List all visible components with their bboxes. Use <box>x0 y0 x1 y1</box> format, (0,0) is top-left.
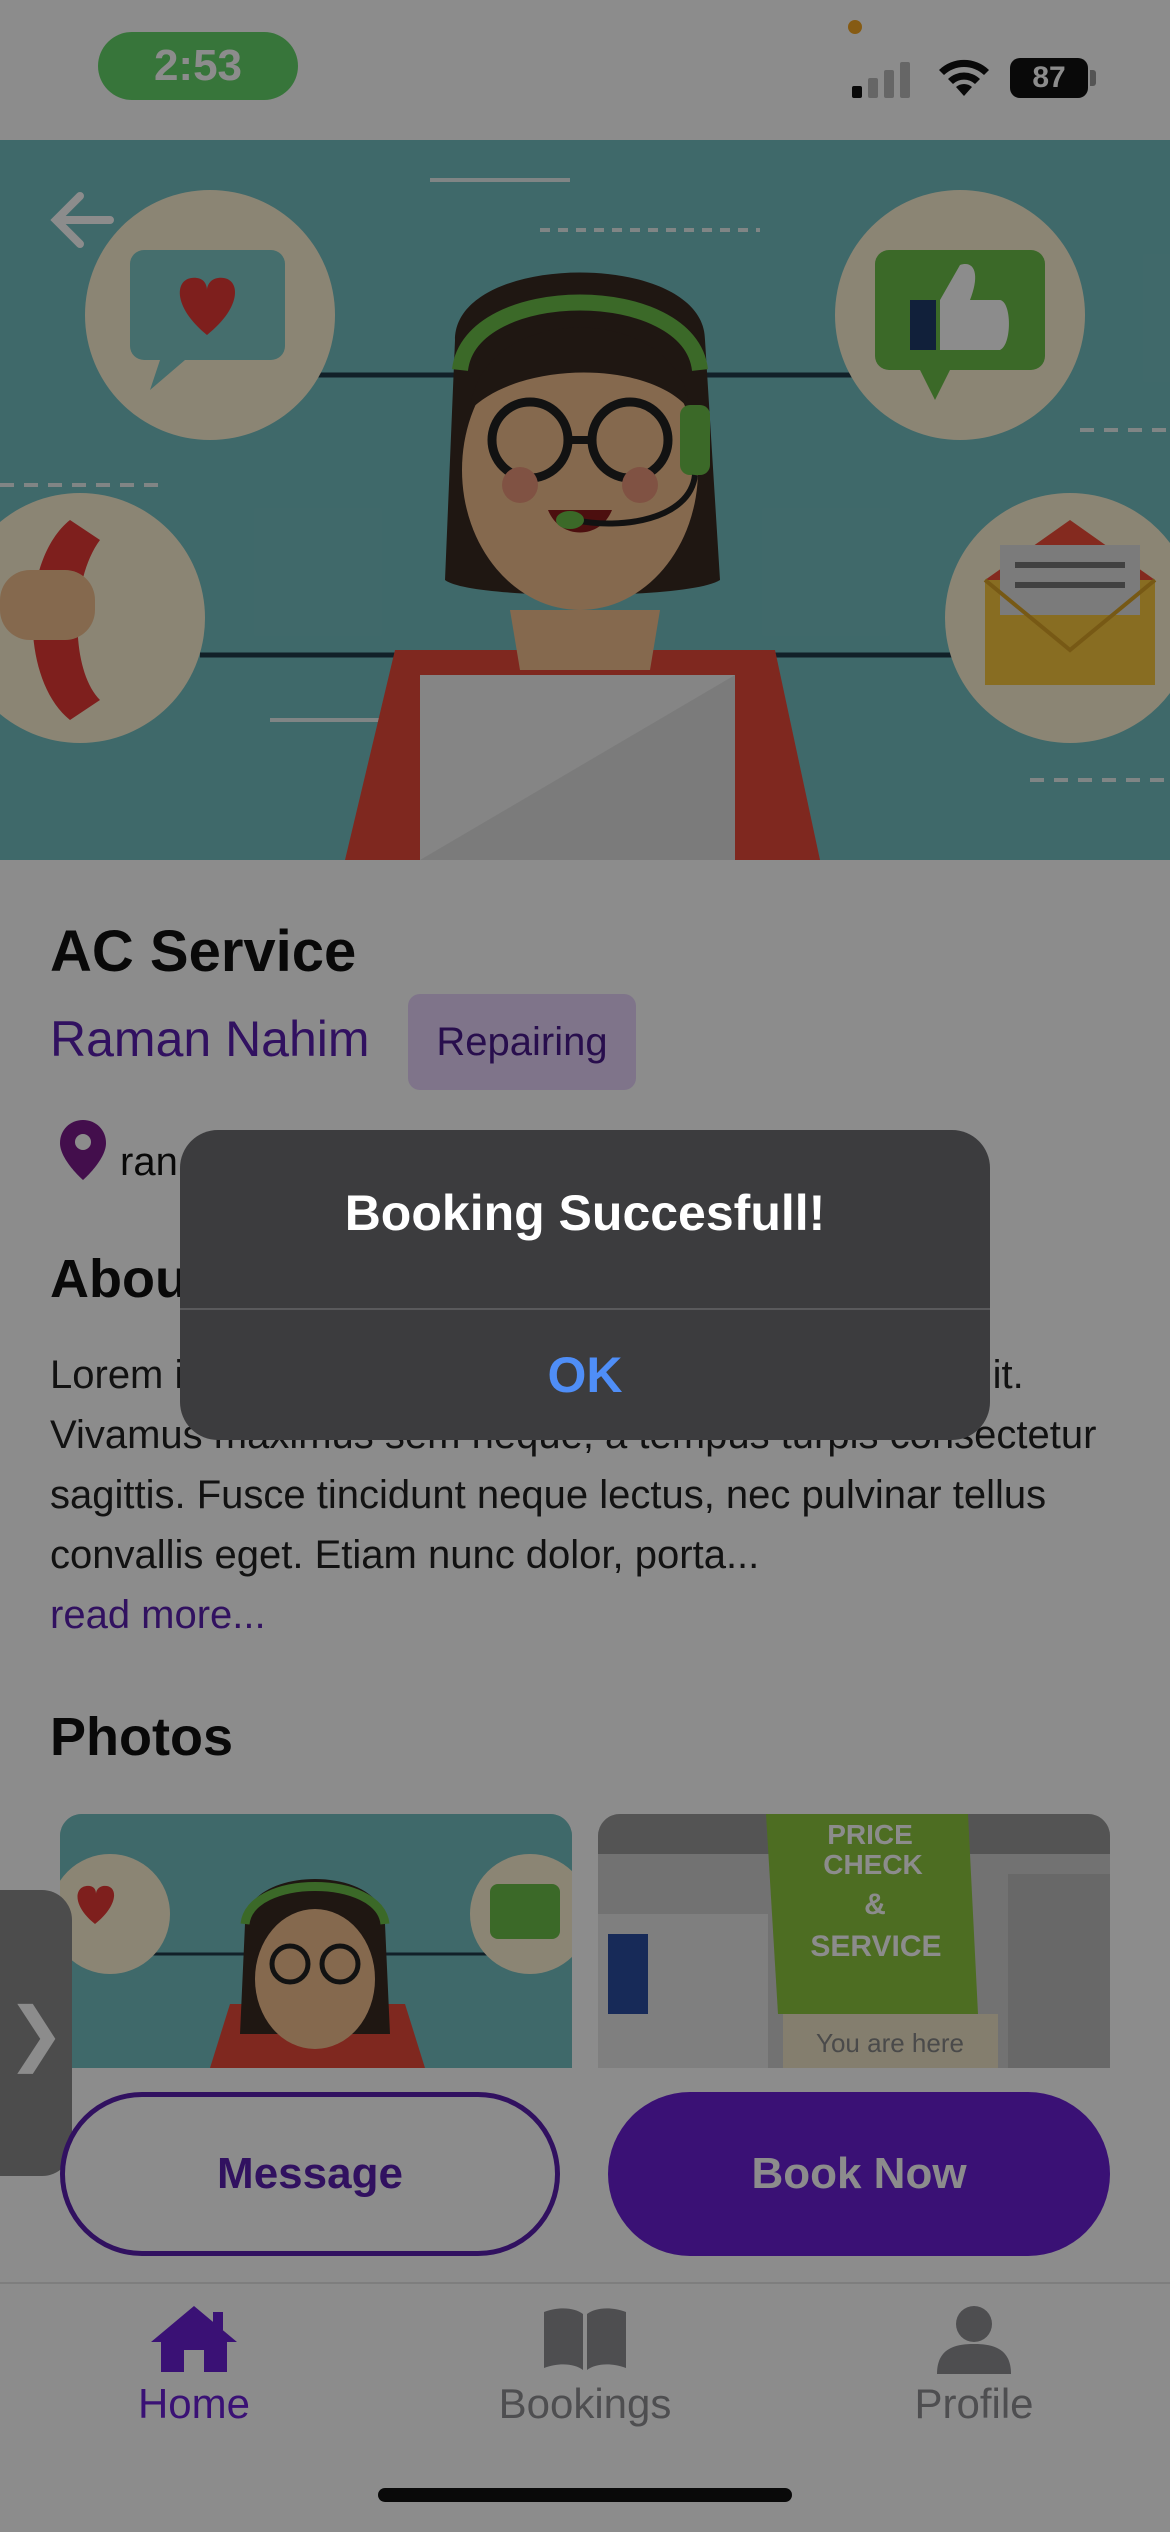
alert-dialog: Booking Succesfull! OK <box>180 1130 990 1440</box>
ok-button[interactable]: OK <box>180 1310 990 1440</box>
alert-title: Booking Succesfull! <box>344 1185 826 1241</box>
